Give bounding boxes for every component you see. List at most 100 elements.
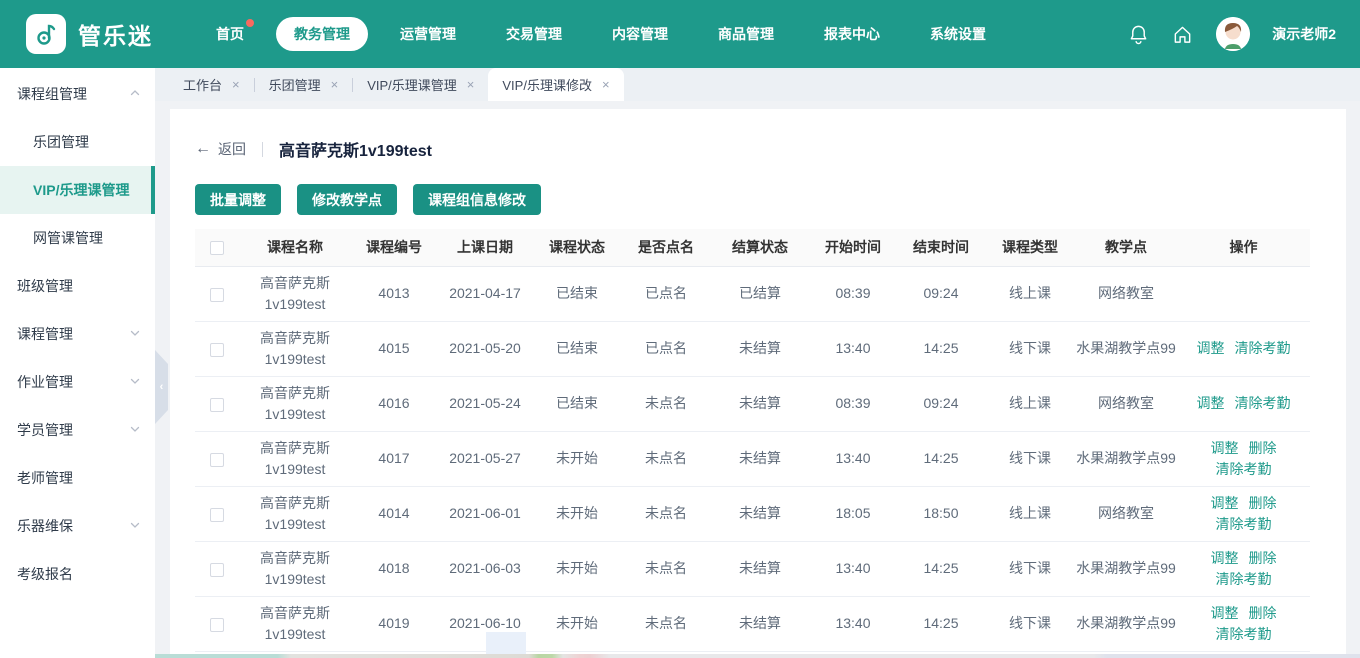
- tab-1[interactable]: 工作台 ×: [169, 68, 254, 101]
- clear-attendance-link[interactable]: 清除考勤: [1216, 516, 1272, 532]
- sidebar-item-3[interactable]: VIP/乐理课管理: [0, 166, 155, 214]
- sidebar-item-label: 乐器维保: [17, 518, 73, 534]
- tab-close-icon[interactable]: ×: [232, 77, 240, 92]
- cell-course-name: 高音萨克斯1v199test: [239, 486, 351, 542]
- delete-link[interactable]: 删除: [1249, 440, 1277, 456]
- content-card: ← 返回 高音萨克斯1v199test 批量调整 修改教学点 课程组信息修改 课…: [170, 109, 1346, 658]
- back-button[interactable]: ← 返回: [195, 139, 246, 159]
- cell-class-date: 2021-06-03: [437, 541, 533, 597]
- user-avatar[interactable]: [1216, 17, 1251, 51]
- bell-icon[interactable]: [1128, 23, 1150, 45]
- select-all-checkbox[interactable]: [210, 241, 224, 256]
- sidebar-item-10[interactable]: 乐器维保: [0, 502, 155, 550]
- row-checkbox[interactable]: [210, 507, 224, 522]
- cell-teaching-point: 网络教室: [1075, 486, 1177, 542]
- action-button-3[interactable]: 课程组信息修改: [413, 184, 541, 215]
- nav-item-7[interactable]: 报表中心: [806, 17, 898, 51]
- table-row: 高音萨克斯1v199test 4016 2021-05-24 已结束 未点名 未结算 08:…: [195, 376, 1310, 432]
- sidebar: 课程组管理 乐团管理 VIP/乐理课管理网管课管理班级管理 课程管理 作业管理学员管理老…: [0, 68, 155, 658]
- nav-item-2[interactable]: 教务管理: [276, 17, 368, 51]
- cell-class-date: 2021-05-20: [437, 321, 533, 377]
- content-area: ← 返回 高音萨克斯1v199test 批量调整 修改教学点 课程组信息修改 课…: [155, 101, 1360, 658]
- column-header-11: 操作: [1177, 229, 1310, 267]
- cell-teaching-point: 网络教室: [1075, 266, 1177, 322]
- sidebar-item-2[interactable]: 乐团管理: [0, 118, 155, 166]
- clear-attendance-link[interactable]: 清除考勤: [1216, 571, 1272, 587]
- row-checkbox[interactable]: [210, 342, 224, 357]
- cell-course-type: 线下课: [985, 431, 1075, 487]
- delete-link[interactable]: 删除: [1249, 605, 1277, 621]
- cell-actions: 调整 删除清除考勤: [1177, 431, 1310, 487]
- action-button-1[interactable]: 批量调整: [195, 184, 281, 215]
- clear-attendance-link[interactable]: 清除考勤: [1216, 461, 1272, 477]
- adjust-link[interactable]: 调整: [1197, 340, 1225, 356]
- clear-attendance-link[interactable]: 清除考勤: [1235, 395, 1291, 411]
- select-all-header: [195, 229, 239, 267]
- scrollbar-thumb[interactable]: [486, 632, 526, 654]
- cell-actions: 调整 清除考勤: [1177, 376, 1310, 432]
- page-header: ← 返回 高音萨克斯1v199test: [195, 137, 1321, 161]
- bottom-edge-strip: [155, 654, 1360, 658]
- chevron-down-icon: [129, 422, 141, 438]
- clear-attendance-link[interactable]: 清除考勤: [1216, 626, 1272, 642]
- user-name[interactable]: 演示老师2: [1272, 24, 1336, 44]
- home-icon[interactable]: [1172, 23, 1194, 45]
- nav-item-4[interactable]: 交易管理: [488, 17, 580, 51]
- row-checkbox[interactable]: [210, 617, 224, 632]
- sidebar-item-4[interactable]: 网管课管理: [0, 214, 155, 262]
- adjust-link[interactable]: 调整: [1211, 605, 1239, 621]
- cell-course-id: 4013: [351, 266, 437, 322]
- cell-course-id: 4015: [351, 321, 437, 377]
- clear-attendance-link[interactable]: 清除考勤: [1235, 340, 1291, 356]
- tab-2[interactable]: 乐团管理 ×: [255, 68, 353, 101]
- sidebar-item-8[interactable]: 学员管理: [0, 406, 155, 454]
- cell-start-time: 13:40: [809, 541, 897, 597]
- header-divider: [262, 141, 263, 157]
- column-header-10: 教学点: [1075, 229, 1177, 267]
- cell-course-status: 未开始: [533, 486, 621, 542]
- sidebar-item-9[interactable]: 老师管理: [0, 454, 155, 502]
- row-checkbox[interactable]: [210, 287, 224, 302]
- nav-item-1[interactable]: 首页: [198, 17, 262, 51]
- tab-close-icon[interactable]: ×: [331, 77, 339, 92]
- cell-rollcall-status: 未点名: [621, 596, 711, 652]
- brand[interactable]: 管乐迷: [26, 14, 184, 54]
- adjust-link[interactable]: 调整: [1197, 395, 1225, 411]
- nav-item-6[interactable]: 商品管理: [700, 17, 792, 51]
- cell-course-id: 4017: [351, 431, 437, 487]
- cell-teaching-point: 水果湖教学点99: [1075, 321, 1177, 377]
- sidebar-item-6[interactable]: 课程管理: [0, 310, 155, 358]
- sidebar-item-label: 学员管理: [17, 422, 73, 438]
- sidebar-item-7[interactable]: 作业管理: [0, 358, 155, 406]
- row-checkbox[interactable]: [210, 452, 224, 467]
- tab-3[interactable]: VIP/乐理课管理 ×: [353, 68, 488, 101]
- cell-class-date: 2021-05-24: [437, 376, 533, 432]
- checkbox-cell: [195, 486, 239, 542]
- page-title: 高音萨克斯1v199test: [279, 143, 432, 160]
- row-checkbox[interactable]: [210, 562, 224, 577]
- tab-4[interactable]: VIP/乐理课修改 ×: [488, 68, 624, 101]
- adjust-link[interactable]: 调整: [1211, 440, 1239, 456]
- cell-rollcall-status: 已点名: [621, 321, 711, 377]
- adjust-link[interactable]: 调整: [1211, 495, 1239, 511]
- action-button-2[interactable]: 修改教学点: [297, 184, 397, 215]
- delete-link[interactable]: 删除: [1249, 550, 1277, 566]
- cell-teaching-point: 水果湖教学点99: [1075, 541, 1177, 597]
- course-table: 课程名称 课程编号 上课日期 课程状态 是否点名 结算状态 开始时间 结束时间 课程类型 教学点操…: [195, 229, 1310, 652]
- cell-course-id: 4016: [351, 376, 437, 432]
- sidebar-item-11[interactable]: 考级报名: [0, 550, 155, 598]
- cell-settlement-status: 已结算: [711, 266, 809, 322]
- tab-close-icon[interactable]: ×: [467, 77, 475, 92]
- sidebar-item-label: 网管课管理: [33, 230, 103, 246]
- sidebar-item-1[interactable]: 课程组管理: [0, 70, 155, 118]
- nav-item-3[interactable]: 运营管理: [382, 17, 474, 51]
- tab-close-icon[interactable]: ×: [602, 77, 610, 92]
- nav-item-5[interactable]: 内容管理: [594, 17, 686, 51]
- nav-item-8[interactable]: 系统设置: [912, 17, 1004, 51]
- chevron-down-icon: [129, 518, 141, 534]
- sidebar-item-5[interactable]: 班级管理: [0, 262, 155, 310]
- cell-teaching-point: 水果湖教学点99: [1075, 596, 1177, 652]
- delete-link[interactable]: 删除: [1249, 495, 1277, 511]
- row-checkbox[interactable]: [210, 397, 224, 412]
- adjust-link[interactable]: 调整: [1211, 550, 1239, 566]
